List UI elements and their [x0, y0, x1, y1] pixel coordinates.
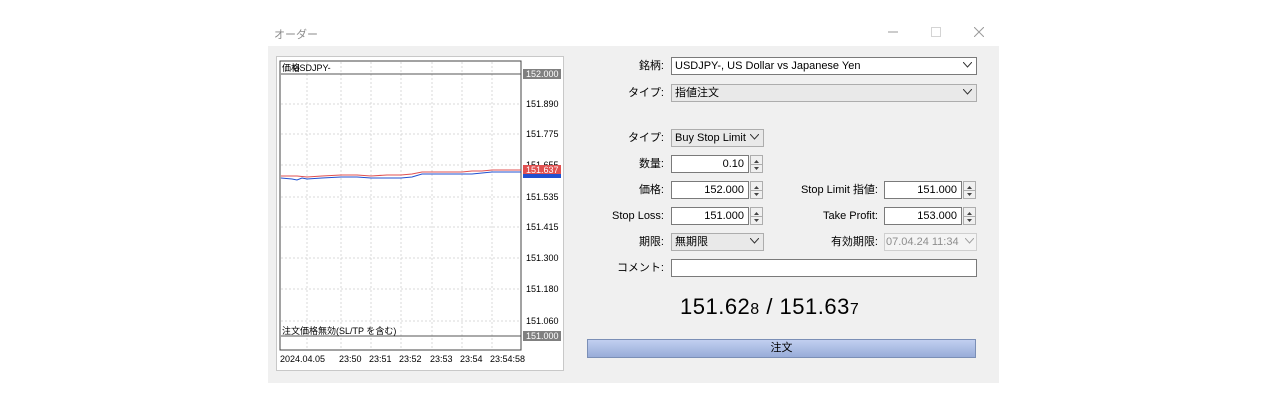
volume-stepper[interactable]: 0.10: [671, 155, 763, 173]
bid-price-pip: 8: [750, 301, 760, 318]
price-chart: 価格 USDJPY- 注文価格無効(SL/TP を含む) 151.890 151…: [276, 56, 564, 371]
triangle-down-icon: [754, 219, 759, 222]
chart-bottom-note: 注文価格無効(SL/TP を含む): [282, 325, 396, 336]
take-profit-spinner[interactable]: [963, 207, 976, 225]
chevron-down-icon: [965, 238, 974, 244]
time-label: 2024.04.05: [280, 354, 325, 364]
volume-label: 数量:: [638, 158, 664, 170]
stop-loss-stepper[interactable]: 151.000: [671, 207, 763, 225]
price-axis: 151.890 151.775 151.655 151.535 151.415 …: [526, 99, 559, 326]
top-price-tag: 152.000: [526, 69, 559, 79]
take-profit-label: Take Profit:: [822, 210, 878, 222]
minimize-button[interactable]: [874, 21, 912, 43]
order-type-value: Buy Stop Limit: [675, 132, 746, 144]
time-label: 23:54: [460, 354, 483, 364]
price-tick: 151.535: [526, 192, 559, 202]
time-label: 23:54:58: [490, 354, 525, 364]
time-axis: 2024.04.05 23:50 23:51 23:52 23:53 23:54…: [280, 354, 525, 364]
stop-limit-stepper[interactable]: 151.000: [884, 181, 976, 199]
ask-price-main: 151.63: [779, 294, 850, 319]
place-order-button[interactable]: 注文: [587, 339, 976, 358]
take-profit-input[interactable]: 153.000: [884, 207, 962, 225]
time-label: 23:52: [399, 354, 422, 364]
price-input[interactable]: 152.000: [671, 181, 749, 199]
expiry-select[interactable]: 無期限: [671, 233, 764, 251]
triangle-down-icon: [967, 193, 972, 196]
symbol-select[interactable]: USDJPY-, US Dollar vs Japanese Yen: [671, 57, 977, 75]
window-title: オーダー: [274, 29, 318, 41]
order-type-label: タイプ:: [627, 132, 664, 144]
time-label: 23:50: [339, 354, 362, 364]
time-label: 23:53: [430, 354, 453, 364]
bid-price-main: 151.62: [680, 294, 751, 319]
price-tick: 151.890: [526, 99, 559, 109]
volume-input[interactable]: 0.10: [671, 155, 749, 173]
triangle-down-icon: [754, 193, 759, 196]
stop-loss-spinner[interactable]: [750, 207, 763, 225]
type-select[interactable]: 指値注文: [671, 84, 977, 102]
symbol-label: 銘柄:: [638, 60, 664, 72]
type-value: 指値注文: [675, 87, 719, 99]
bottom-price-tag: 151.000: [526, 331, 559, 341]
chart-symbol-label: USDJPY-: [293, 63, 331, 73]
triangle-down-icon: [967, 219, 972, 222]
title-bar: オーダー: [268, 18, 999, 46]
ask-price-pip: 7: [849, 301, 860, 318]
price-spinner[interactable]: [750, 181, 763, 199]
valid-datetime: 07.04.24 11:34: [884, 233, 977, 251]
symbol-value: USDJPY-, US Dollar vs Japanese Yen: [675, 60, 861, 72]
chevron-down-icon: [963, 62, 972, 68]
price-tick: 151.775: [526, 129, 559, 139]
price-label: 価格:: [638, 184, 664, 196]
valid-value: 07.04.24 11:34: [886, 236, 959, 248]
comment-input[interactable]: [671, 259, 977, 277]
expiry-label: 期限:: [638, 236, 664, 248]
spin-down-button[interactable]: [964, 190, 975, 198]
type-label: タイプ:: [627, 87, 664, 99]
chevron-down-icon: [750, 134, 759, 140]
close-button[interactable]: [960, 21, 998, 43]
take-profit-stepper[interactable]: 153.000: [884, 207, 976, 225]
price-chart-svg: 価格 USDJPY- 注文価格無効(SL/TP を含む) 151.890 151…: [279, 60, 561, 364]
stop-loss-input[interactable]: 151.000: [671, 207, 749, 225]
maximize-button[interactable]: [917, 21, 955, 43]
price-stepper[interactable]: 152.000: [671, 181, 763, 199]
price-tick: 151.180: [526, 284, 559, 294]
bid-ask-quote: 151.628 / 151.637: [680, 294, 859, 320]
spin-down-button[interactable]: [751, 164, 762, 172]
spin-down-button[interactable]: [751, 190, 762, 198]
volume-spinner[interactable]: [750, 155, 763, 173]
chevron-down-icon: [750, 238, 759, 244]
stop-limit-input[interactable]: 151.000: [884, 181, 962, 199]
price-tick: 151.415: [526, 222, 559, 232]
current-price-tag: 151.637: [526, 165, 559, 175]
price-tick: 151.060: [526, 316, 559, 326]
quote-separator: /: [759, 294, 780, 319]
valid-label: 有効期限:: [830, 236, 878, 248]
minimize-icon: [888, 31, 898, 33]
comment-label: コメント:: [616, 262, 664, 274]
maximize-icon: [931, 27, 941, 38]
stop-limit-label: Stop Limit 指値:: [800, 184, 878, 196]
time-label: 23:51: [369, 354, 392, 364]
close-icon: [973, 26, 985, 38]
spin-down-button[interactable]: [751, 216, 762, 224]
order-type-select[interactable]: Buy Stop Limit: [671, 129, 764, 147]
chevron-down-icon: [963, 89, 972, 95]
spin-down-button[interactable]: [964, 216, 975, 224]
expiry-value: 無期限: [675, 236, 708, 248]
stop-loss-label: Stop Loss:: [612, 210, 664, 222]
triangle-down-icon: [754, 167, 759, 170]
stop-limit-spinner[interactable]: [963, 181, 976, 199]
price-tick: 151.300: [526, 253, 559, 263]
bid-price-tag-bg: [523, 174, 561, 178]
